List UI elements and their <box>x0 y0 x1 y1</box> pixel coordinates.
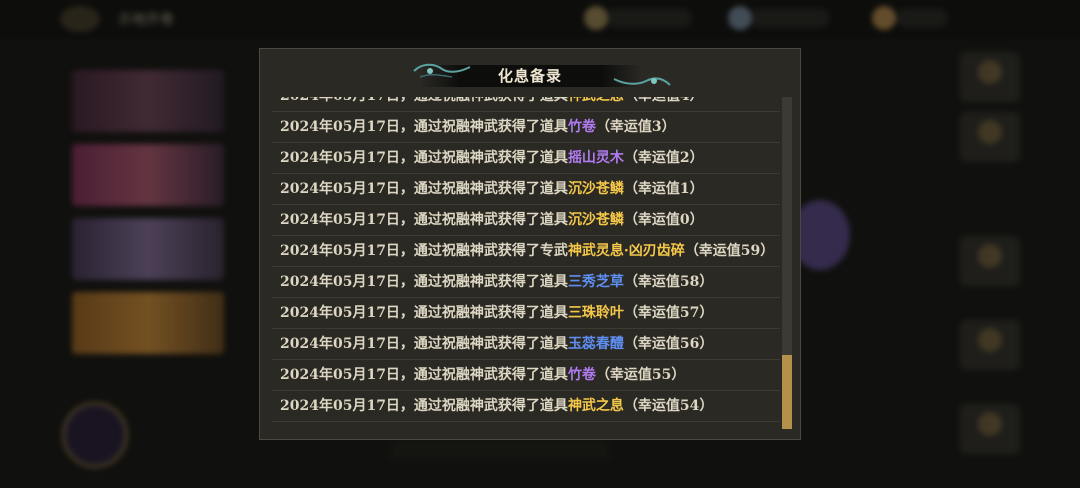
record-row: 2024年05月17日，通过祝融神武获得了道具神武之息（幸运值4） <box>272 97 780 112</box>
record-item-name: 沉沙苍鳞 <box>567 181 624 197</box>
record-item-name: 摇山灵木 <box>567 150 624 166</box>
record-luck-value: （幸运值54） <box>623 398 714 414</box>
record-row: 2024年05月17日，通过祝融神武获得了道具竹卷（幸运值3） <box>272 112 780 143</box>
record-list-inner: 2024年05月17日，通过祝融神武获得了道具神武之息（幸运值4）2024年05… <box>272 97 780 422</box>
record-luck-value: （幸运值55） <box>595 367 686 383</box>
record-prefix: 2024年05月17日，通过祝融神武获得了道具 <box>280 119 568 135</box>
record-luck-value: （幸运值0） <box>623 212 704 228</box>
record-row: 2024年05月17日，通过祝融神武获得了道具竹卷（幸运值55） <box>272 360 780 391</box>
record-item-name: 神武之息 <box>567 398 624 414</box>
record-row: 2024年05月17日，通过祝融神武获得了道具神武之息（幸运值54） <box>272 391 780 422</box>
scrollbar-track[interactable] <box>782 97 792 429</box>
dialog-title: 化息备录 <box>497 67 562 85</box>
record-luck-value: （幸运值58） <box>623 274 714 290</box>
record-list[interactable]: 2024年05月17日，通过祝融神武获得了道具神武之息（幸运值4）2024年05… <box>272 97 780 429</box>
record-luck-value: （幸运值56） <box>623 336 714 352</box>
record-item-name: 竹卷 <box>567 119 596 135</box>
record-item-name: 三秀芝草 <box>567 274 624 290</box>
record-prefix: 2024年05月17日，通过祝融神武获得了道具 <box>280 274 568 290</box>
record-item-name: 三珠聆叶 <box>567 305 624 321</box>
dialog-header: 化息备录 <box>260 49 800 97</box>
record-luck-value: （幸运值3） <box>595 119 676 135</box>
record-row: 2024年05月17日，通过祝融神武获得了道具玉蕊春醴（幸运值56） <box>272 329 780 360</box>
record-prefix: 2024年05月17日，通过祝融神武获得了道具 <box>280 398 568 414</box>
record-prefix: 2024年05月17日，通过祝融神武获得了道具 <box>280 97 568 104</box>
record-prefix: 2024年05月17日，通过祝融神武获得了道具 <box>280 150 568 166</box>
record-luck-value: （幸运值4） <box>624 97 704 104</box>
record-prefix: 2024年05月17日，通过祝融神武获得了道具 <box>280 367 568 383</box>
record-row: 2024年05月17日，通过祝融神武获得了道具沉沙苍鳞（幸运值1） <box>272 174 780 205</box>
record-item-name: 竹卷 <box>567 367 596 383</box>
record-prefix: 2024年05月17日，通过祝融神武获得了道具 <box>280 212 568 228</box>
record-row: 2024年05月17日，通过祝融神武获得了道具三秀芝草（幸运值58） <box>272 267 780 298</box>
record-luck-value: （幸运值1） <box>623 181 704 197</box>
record-item-name: 神武灵息·凶刃齿碎 <box>567 243 685 259</box>
record-item-name: 玉蕊春醴 <box>567 336 624 352</box>
record-row: 2024年05月17日，通过祝融神武获得了专武神武灵息·凶刃齿碎（幸运值59） <box>272 236 780 267</box>
record-prefix: 2024年05月17日，通过祝融神武获得了道具 <box>280 181 568 197</box>
record-row: 2024年05月17日，通过祝融神武获得了道具沉沙苍鳞（幸运值0） <box>272 205 780 236</box>
record-luck-value: （幸运值2） <box>623 150 704 166</box>
record-prefix: 2024年05月17日，通过祝融神武获得了专武 <box>280 243 568 259</box>
record-item-name: 神武之息 <box>568 97 624 104</box>
record-dialog: 化息备录 2024年05月17日，通过祝融神武获得了道具神武之息（幸运值4）20… <box>259 48 801 440</box>
record-row: 2024年05月17日，通过祝融神武获得了道具三珠聆叶（幸运值57） <box>272 298 780 329</box>
record-item-name: 沉沙苍鳞 <box>567 212 624 228</box>
record-prefix: 2024年05月17日，通过祝融神武获得了道具 <box>280 336 568 352</box>
record-row: 2024年05月17日，通过祝融神武获得了道具摇山灵木（幸运值2） <box>272 143 780 174</box>
record-luck-value: （幸运值59） <box>684 243 775 259</box>
record-luck-value: （幸运值57） <box>623 305 714 321</box>
record-prefix: 2024年05月17日，通过祝融神武获得了道具 <box>280 305 568 321</box>
scrollbar-thumb[interactable] <box>782 355 792 429</box>
